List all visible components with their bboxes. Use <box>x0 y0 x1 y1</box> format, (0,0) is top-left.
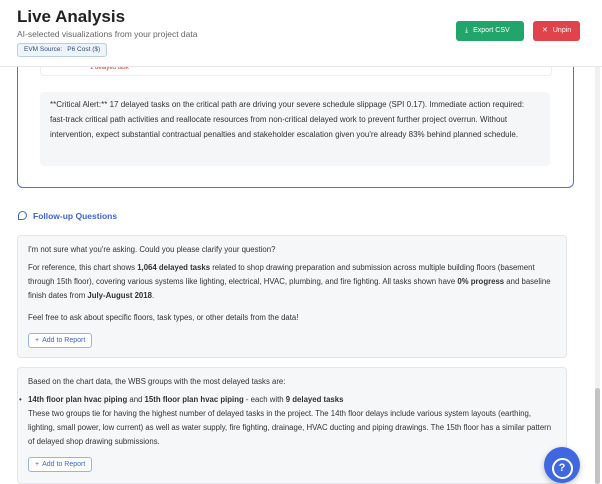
answer-paragraph: I'm not sure what you're asking. Could y… <box>28 245 276 254</box>
follow-up-heading: Follow-up Questions <box>18 211 117 221</box>
download-icon: ⤓ <box>465 27 469 34</box>
export-csv-button[interactable]: ⤓ Export CSV <box>456 21 524 41</box>
answer-card: Based on the chart data, the WBS groups … <box>17 367 567 484</box>
evm-source-label: EVM Source: <box>24 46 63 53</box>
unpin-label: Unpin <box>552 27 572 34</box>
critical-alert: **Critical Alert:** 17 delayed tasks on … <box>40 92 550 166</box>
close-icon: ✕ <box>542 27 548 34</box>
help-question-icon: ? <box>551 458 573 479</box>
answer-paragraph: Based on the chart data, the WBS groups … <box>28 377 286 386</box>
unpin-button[interactable]: ✕ Unpin <box>533 21 580 41</box>
analysis-card: 1 delayed task **Critical Alert:** 17 de… <box>17 62 574 188</box>
answer-paragraph: Feel free to ask about specific floors, … <box>28 313 299 322</box>
answer-paragraph: For reference, this chart shows 1,064 de… <box>28 263 551 300</box>
help-button[interactable]: ? <box>544 447 580 483</box>
add-to-report-button[interactable]: + Add to Report <box>28 457 93 472</box>
answer-card: I'm not sure what you're asking. Could y… <box>17 235 567 358</box>
chat-bubble-icon <box>18 211 27 220</box>
add-to-report-button[interactable]: + Add to Report <box>28 333 93 348</box>
answer-paragraph: These two groups tie for having the high… <box>28 409 552 446</box>
page-subtitle: AI-selected visualizations from your pro… <box>17 29 198 39</box>
evm-source-badge: EVM Source: P6 Cost ($) <box>17 43 108 57</box>
export-csv-label: Export CSV <box>473 27 510 34</box>
plus-icon: + <box>35 337 40 344</box>
scrollbar-thumb[interactable] <box>595 388 600 484</box>
plus-icon: + <box>35 461 40 468</box>
answer-bullet: 14th floor plan hvac piping and 15th flo… <box>19 393 556 407</box>
page-header: Live Analysis AI-selected visualizations… <box>0 0 602 67</box>
follow-up-title: Follow-up Questions <box>33 211 118 221</box>
evm-source-value: P6 Cost ($) <box>67 46 101 53</box>
page-title: Live Analysis <box>17 7 126 26</box>
